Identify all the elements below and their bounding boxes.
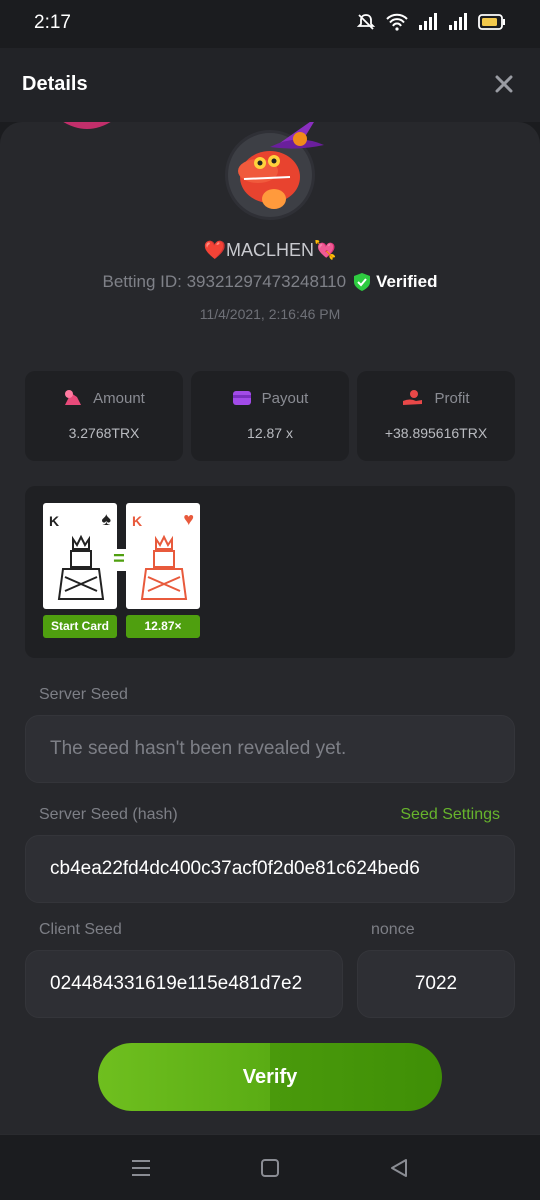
battery-icon [478, 14, 505, 30]
status-icons [356, 12, 506, 32]
signal-icon [419, 13, 437, 30]
status-bar: 2:17 [0, 0, 540, 48]
nonce-field[interactable]: 7022 [357, 950, 515, 1018]
mute-icon [356, 14, 376, 30]
server-seed-label: Server Seed [39, 686, 128, 703]
betting-id: Betting ID: 39321297473248110 [102, 272, 347, 291]
nonce-label: nonce [371, 921, 415, 938]
close-icon[interactable] [492, 72, 516, 96]
cards-box: K ♠ = K ♥ Start Card 12.87× [25, 486, 515, 658]
stats-row: Amount 3.2768TRX Payout 12.87 x Profit +… [25, 371, 515, 461]
details-panel: ❤️MACLHEN💘 Betting ID: 39321297473248110… [0, 122, 540, 1134]
home-icon[interactable] [259, 1157, 281, 1179]
server-seed-field: The seed hasn't been revealed yet. [25, 715, 515, 783]
stat-profit: Profit +38.895616TRX [357, 371, 515, 461]
client-seed-field[interactable]: 024484331619e115e481d7e2 [25, 950, 343, 1018]
verify-button[interactable]: Verify [98, 1043, 442, 1111]
stat-amount-label-row: Amount [25, 389, 183, 407]
avatar [225, 122, 324, 220]
system-nav-bar [0, 1134, 540, 1200]
username: ❤️MACLHEN💘 [203, 240, 337, 260]
start-card: K ♠ [43, 503, 117, 609]
verified-badge: Verified [354, 272, 437, 292]
stat-amount-label: Amount [93, 389, 145, 407]
decorative-avatar-icon [63, 122, 111, 129]
hand-coin-icon [403, 390, 423, 405]
next-card: K ♥ [126, 503, 200, 609]
shield-check-icon [354, 273, 371, 291]
verified-label: Verified [376, 272, 438, 291]
bet-datetime: 11/4/2021, 2:16:46 PM [199, 306, 341, 322]
stat-payout-label: Payout [261, 389, 309, 407]
crocodile-witch-avatar-icon [238, 122, 324, 209]
king-figure-icon [57, 534, 105, 600]
next-card-rank: K [132, 513, 143, 529]
stat-profit-label-row: Profit [357, 389, 515, 407]
next-card-tag: 12.87× [126, 615, 200, 638]
stat-payout-value: 12.87 x [247, 425, 293, 441]
server-seed-hash-label: Server Seed (hash) [39, 806, 178, 823]
client-seed-label: Client Seed [39, 921, 122, 938]
king-figure-red-icon [140, 534, 188, 600]
details-header: Details [0, 48, 540, 122]
stat-amount-value: 3.2768TRX [68, 425, 140, 441]
recents-icon[interactable] [130, 1157, 152, 1179]
start-card-suit: ♠ [101, 509, 111, 529]
back-icon[interactable] [388, 1157, 410, 1179]
signal-icon-2 [449, 13, 467, 30]
stat-profit-label: Profit [434, 389, 470, 407]
start-card-rank: K [49, 513, 60, 529]
stat-amount: Amount 3.2768TRX [25, 371, 183, 461]
start-card-tag: Start Card [43, 615, 117, 638]
wallet-icon [232, 391, 251, 405]
next-card-suit: ♥ [183, 509, 194, 529]
status-time: 2:17 [34, 12, 71, 33]
page-title: Details [22, 73, 88, 95]
stat-profit-value: +38.895616TRX [384, 425, 488, 441]
money-bag-icon [65, 390, 82, 405]
server-seed-hash-field[interactable]: cb4ea22fd4dc400c37acf0f2d0e81c624bed6 [25, 835, 515, 903]
stat-payout: Payout 12.87 x [191, 371, 349, 461]
seed-settings-link[interactable]: Seed Settings [400, 806, 500, 824]
wifi-icon [386, 13, 408, 31]
betting-id-row: Betting ID: 39321297473248110 Verified [0, 272, 540, 292]
stat-payout-label-row: Payout [191, 389, 349, 407]
